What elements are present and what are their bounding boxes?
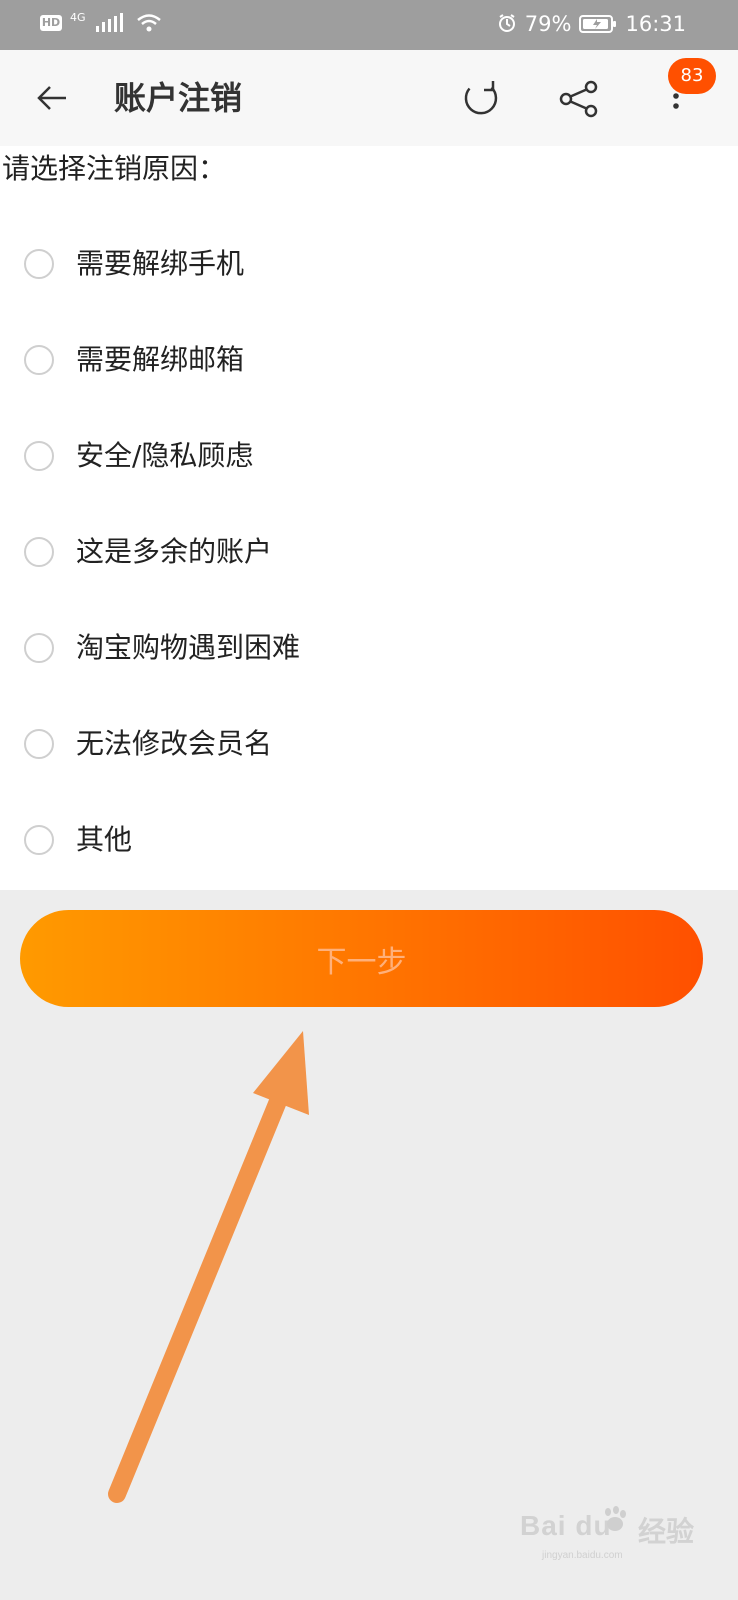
back-button[interactable]: [32, 78, 72, 118]
reason-label: 需要解绑手机: [76, 247, 245, 280]
reason-label: 这是多余的账户: [76, 535, 273, 568]
arrow-head: [253, 1031, 309, 1115]
radio-button[interactable]: [24, 441, 54, 471]
share-button[interactable]: [557, 78, 599, 120]
reason-option[interactable]: 淘宝购物遇到困难: [0, 600, 738, 696]
next-button-label: 下一步: [316, 944, 407, 980]
share-icon: [559, 80, 598, 118]
radio-button[interactable]: [24, 633, 54, 663]
battery-percent: 79%: [524, 12, 572, 36]
refresh-button[interactable]: [460, 78, 502, 120]
status-left-group: HD 4G: [40, 12, 162, 34]
page-title: 账户注销: [114, 79, 243, 117]
watermark-subtext: jingyan.baidu.com: [542, 1550, 623, 1561]
wifi-icon: [136, 14, 161, 32]
reason-option[interactable]: 需要解绑手机: [0, 216, 738, 312]
alarm-icon: [498, 14, 515, 32]
app-header: 账户注销 83: [0, 50, 738, 146]
reason-label: 安全/隐私顾虑: [76, 439, 254, 472]
reason-option[interactable]: 需要解绑邮箱: [0, 312, 738, 408]
radio-button[interactable]: [24, 729, 54, 759]
radio-button[interactable]: [24, 249, 54, 279]
reason-label: 其他: [76, 823, 133, 856]
radio-button[interactable]: [24, 825, 54, 855]
radio-button[interactable]: [24, 537, 54, 567]
paw-icon: [605, 1506, 626, 1531]
hd-icon: HD: [40, 15, 62, 31]
watermark-suffix: 经验: [638, 1515, 695, 1548]
status-bar: HD 4G 79% 16:31: [0, 0, 738, 50]
refresh-icon: [464, 81, 498, 115]
status-right-group: 79% 16:31: [497, 10, 686, 38]
reason-label: 淘宝购物遇到困难: [76, 631, 301, 664]
watermark: Bai du 经验 jingyan.baidu.com: [520, 1500, 710, 1580]
reason-label: 需要解绑邮箱: [76, 343, 245, 376]
arrow-shaft: [108, 1085, 290, 1503]
reason-panel: 请选择注销原因： 需要解绑手机 需要解绑邮箱 安全/隐私顾虑 这是多余的账户 淘…: [0, 146, 738, 890]
signal-icon: [95, 13, 123, 32]
reason-option[interactable]: 安全/隐私顾虑: [0, 408, 738, 504]
reason-label: 无法修改会员名: [76, 727, 273, 760]
next-button[interactable]: 下一步: [20, 910, 703, 1007]
reason-option[interactable]: 其他: [0, 792, 738, 888]
back-arrow-icon: [37, 86, 66, 110]
notification-badge: 83: [668, 58, 716, 94]
radio-button[interactable]: [24, 345, 54, 375]
network-type-label: 4G: [70, 10, 86, 24]
battery-icon: [579, 15, 617, 33]
reason-option[interactable]: 这是多余的账户: [0, 504, 738, 600]
status-time: 16:31: [625, 12, 686, 36]
prompt-label: 请选择注销原因：: [2, 152, 227, 185]
reason-option[interactable]: 无法修改会员名: [0, 696, 738, 792]
